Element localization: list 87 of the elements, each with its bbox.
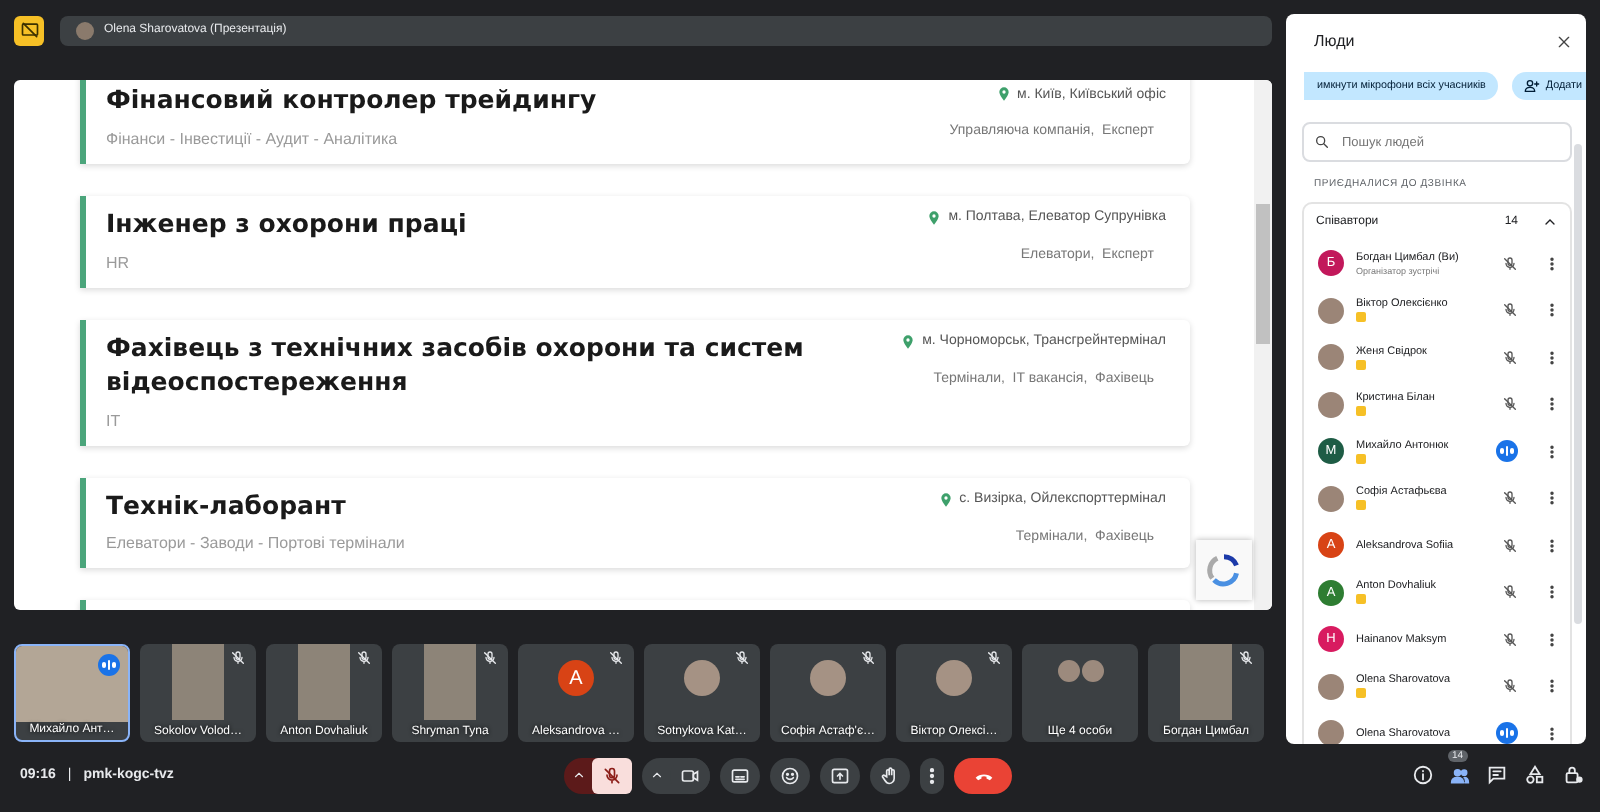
stop-presenting-button[interactable] <box>14 15 44 45</box>
mic-off-icon <box>860 650 876 666</box>
vacancy-tags: IT <box>106 411 846 429</box>
location-pin-icon <box>900 333 917 350</box>
video-placeholder <box>172 644 224 720</box>
more-icon <box>1544 584 1560 601</box>
info-icon[interactable] <box>1412 764 1434 786</box>
avatar-icon <box>1318 297 1344 324</box>
more-icon <box>1544 490 1560 507</box>
avatar-icon <box>936 660 972 696</box>
vacancy-title[interactable]: Технік-лаборант <box>106 489 405 523</box>
avatar-icon <box>1318 391 1344 418</box>
mic-off-icon <box>734 650 750 666</box>
more-icon <box>1544 349 1560 366</box>
more-options-button[interactable] <box>920 757 944 793</box>
captions-icon <box>730 765 750 785</box>
avatar-icon <box>684 660 720 696</box>
presentation-off-icon <box>19 20 39 40</box>
hand-icon <box>880 765 900 785</box>
avatar-icon <box>1318 720 1344 744</box>
vacancy-title[interactable]: Фінансовий контролер трейдингу <box>106 84 597 118</box>
emoji-button[interactable] <box>770 757 810 793</box>
mic-off-icon <box>1502 302 1518 319</box>
location-pin-icon <box>995 86 1011 102</box>
avatars-icon <box>1057 660 1103 682</box>
add-person-icon <box>1523 78 1540 94</box>
microphone-button[interactable] <box>592 757 632 793</box>
caret-icon <box>571 768 585 782</box>
mic-off-icon <box>986 650 1002 666</box>
vacancy-title[interactable]: Фахівець з технічних засобів охорони та систем відеоспостереження <box>106 331 846 399</box>
mic-off-icon <box>356 650 372 666</box>
vacancy-tags: Фінанси - Інвестиції - Аудит - Аналітика <box>106 129 597 148</box>
chat-icon[interactable] <box>1486 764 1508 786</box>
location-pin-icon <box>937 491 954 507</box>
more-icon <box>1544 396 1560 413</box>
video-placeholder <box>16 646 128 722</box>
mic-off-icon <box>1502 537 1518 554</box>
emoji-icon <box>780 765 800 785</box>
mic-off-icon <box>1502 396 1518 413</box>
camera-icon <box>680 765 700 785</box>
avatar-icon <box>76 21 94 39</box>
mic-off-icon <box>1502 349 1518 366</box>
mic-off-icon <box>230 650 246 666</box>
avatar-icon <box>810 660 846 696</box>
caret-icon <box>1542 214 1558 230</box>
vacancy-tags: Елеватори - Заводи - Портові термінали <box>106 534 405 553</box>
avatar-icon <box>1318 673 1344 700</box>
close-button[interactable] <box>1556 33 1572 49</box>
caret-icon <box>649 768 663 782</box>
avatar-icon: A <box>558 660 594 696</box>
people-icon <box>1450 765 1470 785</box>
mic-off-icon <box>482 650 498 666</box>
mic-off-icon <box>1502 255 1518 272</box>
mic-off-icon <box>1502 631 1518 648</box>
captions-button[interactable] <box>720 757 760 793</box>
video-placeholder <box>424 644 476 720</box>
mic-off-icon <box>608 650 624 666</box>
search-icon <box>1314 134 1330 150</box>
vacancy-tags: HR <box>106 253 467 272</box>
mic-off-icon <box>1238 650 1254 666</box>
more-icon <box>1544 255 1560 272</box>
vacancy-title[interactable]: Інженер з охорони праці <box>106 207 467 242</box>
mic-off-icon <box>602 765 622 785</box>
avatar-icon <box>1318 344 1344 371</box>
recaptcha-icon <box>1196 540 1252 600</box>
more-icon <box>1544 631 1560 648</box>
avatar-icon <box>1318 485 1344 512</box>
video-placeholder <box>1180 644 1232 720</box>
activities-icon[interactable] <box>1524 764 1546 786</box>
scrollbar[interactable] <box>1254 80 1272 610</box>
more-icon <box>1544 443 1560 460</box>
end-call-button[interactable] <box>954 757 1012 793</box>
more-icon <box>1544 678 1560 695</box>
more-icon <box>1544 302 1560 319</box>
present-button[interactable] <box>820 757 860 793</box>
more-icon <box>1544 537 1560 554</box>
panel-title: Люди <box>1314 32 1355 50</box>
close-icon <box>1556 33 1572 49</box>
host-controls-icon[interactable] <box>1562 764 1584 786</box>
video-placeholder <box>298 644 350 720</box>
mic-off-icon <box>1502 490 1518 507</box>
more-icon <box>1544 725 1560 742</box>
location-pin-icon <box>926 209 943 226</box>
present-icon <box>830 765 850 785</box>
mic-off-icon <box>1502 678 1518 695</box>
raise-hand-button[interactable] <box>870 757 910 793</box>
mic-off-icon <box>1502 584 1518 601</box>
